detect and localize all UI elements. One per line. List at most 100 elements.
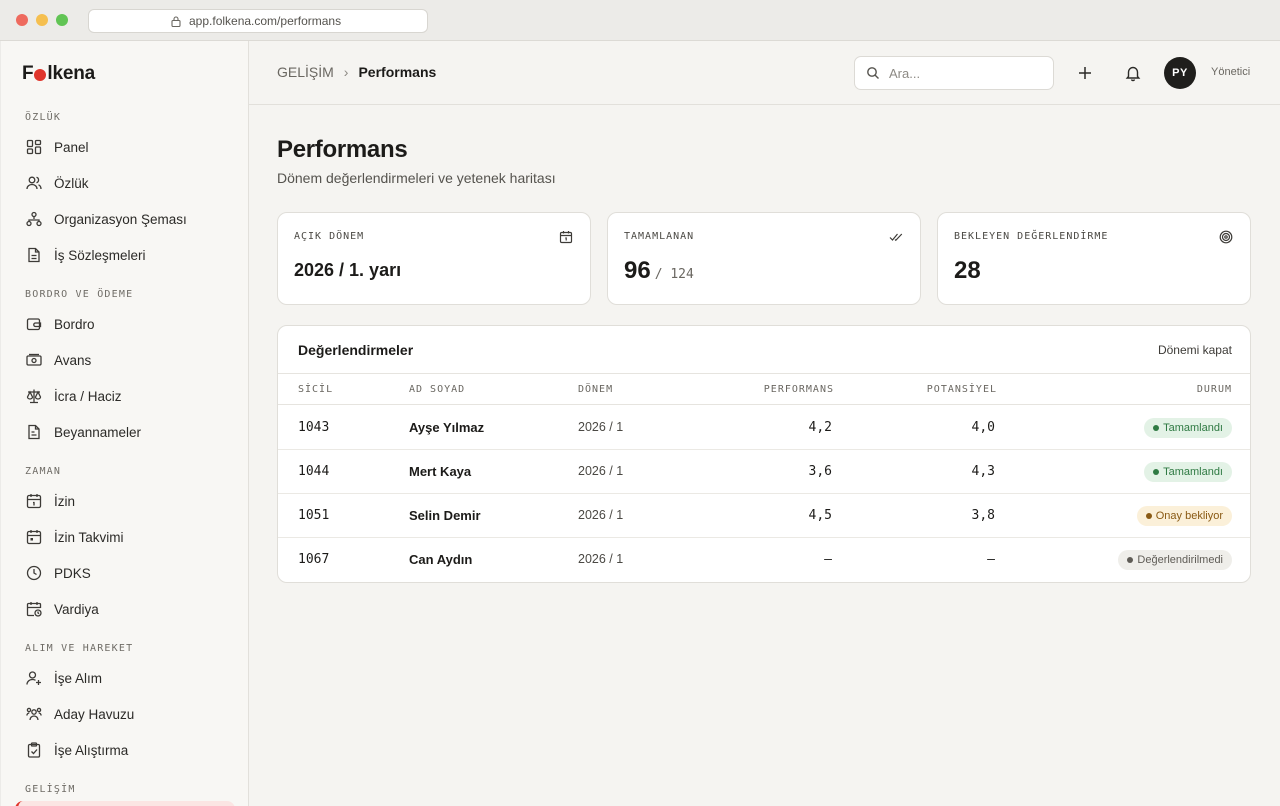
user-plus-icon: [26, 671, 41, 685]
logo-text-right: lkena: [47, 63, 95, 84]
cell-period: 2026 / 1: [578, 552, 624, 566]
cell-performance: —: [824, 552, 832, 567]
notifications-button[interactable]: [1120, 60, 1146, 86]
table-title: Değerlendirmeler: [298, 342, 414, 358]
maximize-window-button[interactable]: [56, 14, 68, 26]
avatar[interactable]: PY: [1164, 57, 1196, 89]
sidebar-item-icra[interactable]: İcra / Haciz: [15, 381, 235, 411]
sidebar-item-izin-takvimi[interactable]: İzin Takvimi: [15, 522, 235, 552]
sidebar-item-ise-alistirma[interactable]: İşe Alıştırma: [15, 735, 235, 765]
sidebar-item-ozluk[interactable]: Özlük: [15, 168, 235, 198]
address-bar[interactable]: app.folkena.com/performans: [88, 9, 428, 33]
breadcrumb: GELİŞİM › Performans: [277, 64, 436, 80]
table-row[interactable]: 1067 Can Aydın 2026 / 1 — — Değerlendiri…: [278, 538, 1250, 582]
sidebar-item-label: İzin: [54, 493, 76, 509]
add-button[interactable]: [1072, 60, 1098, 86]
cell-performance: 3,6: [808, 464, 832, 479]
sidebar-item-organizasyon[interactable]: Organizasyon Şeması: [15, 204, 235, 234]
lock-icon: [171, 16, 181, 27]
sidebar-item-panel[interactable]: Panel: [15, 132, 235, 162]
cell-name[interactable]: Selin Demir: [409, 508, 481, 523]
column-header-sicil[interactable]: SİCİL: [298, 384, 333, 395]
sidebar-item-bordro[interactable]: Bordro: [15, 309, 235, 339]
cell-sicil: 1067: [298, 552, 330, 567]
evaluations-table: Değerlendirmeler Dönemi kapat SİCİL AD S…: [277, 325, 1251, 583]
breadcrumb-separator-icon: ›: [343, 64, 349, 80]
sidebar-item-izin[interactable]: İzin: [15, 486, 235, 516]
status-badge: Değerlendirilmedi: [1118, 550, 1232, 570]
calendar-clock-icon: [26, 602, 42, 617]
page-title: Performans: [277, 136, 408, 163]
sidebar-item-label: İşe Alım: [54, 670, 103, 686]
column-header-donem[interactable]: DÖNEM: [578, 384, 613, 395]
minimize-window-button[interactable]: [36, 14, 48, 26]
column-header-durum[interactable]: DURUM: [1197, 384, 1232, 395]
cell-potential: —: [987, 552, 995, 567]
sidebar-item-active-highlight[interactable]: [15, 801, 235, 806]
sidebar-item-pdks[interactable]: PDKS: [15, 558, 235, 588]
table-row[interactable]: 1044 Mert Kaya 2026 / 1 3,6 4,3 Tamamlan…: [278, 450, 1250, 494]
sidebar-item-label: Bordro: [54, 316, 95, 332]
column-header-potansiyel[interactable]: POTANSİYEL: [927, 384, 997, 395]
cell-performance: 4,5: [808, 508, 832, 523]
top-bar: GELİŞİM › Performans Ara... PY Yönetici: [249, 41, 1280, 105]
table-column-headers: SİCİL AD SOYAD DÖNEM PERFORMANS POTANSİY…: [278, 374, 1250, 405]
table-row[interactable]: 1043 Ayşe Yılmaz 2026 / 1 4,2 4,0 Tamaml…: [278, 406, 1250, 450]
url-text: app.folkena.com/performans: [189, 14, 342, 28]
sidebar-item-beyannameler[interactable]: Beyannameler: [15, 417, 235, 447]
app-logo[interactable]: Flkena: [22, 63, 95, 85]
column-header-ad-soyad[interactable]: AD SOYAD: [409, 384, 465, 395]
cell-potential: 4,0: [971, 420, 995, 435]
sidebar-item-label: Aday Havuzu: [54, 706, 135, 722]
stat-card-pending: BEKLEYEN DEĞERLENDİRME 28: [937, 212, 1251, 305]
sidebar-item-label: Beyannameler: [54, 424, 142, 440]
breadcrumb-root[interactable]: GELİŞİM: [277, 64, 334, 80]
stat-label: BEKLEYEN DEĞERLENDİRME: [954, 231, 1109, 242]
double-check-icon: [889, 233, 903, 242]
close-window-button[interactable]: [16, 14, 28, 26]
sidebar-item-label: İşe Alıştırma: [54, 742, 129, 758]
sidebar-item-ise-alim[interactable]: İşe Alım: [15, 663, 235, 693]
cell-name[interactable]: Ayşe Yılmaz: [409, 420, 484, 435]
column-header-performans[interactable]: PERFORMANS: [764, 384, 834, 395]
clock-icon: [26, 565, 42, 581]
table-row[interactable]: 1051 Selin Demir 2026 / 1 4,5 3,8 Onay b…: [278, 494, 1250, 538]
scale-icon: [26, 389, 42, 404]
wallet-icon: [26, 318, 42, 331]
stat-card-completed: TAMAMLANAN 96/ 124: [607, 212, 921, 305]
status-badge: Tamamlandı: [1144, 462, 1232, 482]
section-label-gelisim: GELİŞİM: [25, 784, 76, 795]
logo-text-left: F: [22, 63, 34, 84]
close-period-button[interactable]: Dönemi kapat: [1158, 343, 1232, 357]
cell-potential: 4,3: [971, 464, 995, 479]
cash-icon: [26, 353, 42, 366]
status-badge: Onay bekliyor: [1136, 506, 1232, 526]
cell-name[interactable]: Can Aydın: [409, 552, 472, 567]
plus-icon: [1079, 67, 1091, 79]
sidebar-item-label: Avans: [54, 352, 92, 368]
main-content: GELİŞİM › Performans Ara... PY Yönetici …: [249, 41, 1280, 806]
user-role: Yönetici: [1211, 66, 1251, 78]
calendar-icon: [26, 494, 42, 509]
sidebar-item-avans[interactable]: Avans: [15, 345, 235, 375]
sidebar-item-is-sozlesmeleri[interactable]: İş Sözleşmeleri: [15, 240, 235, 270]
cell-potential: 3,8: [971, 508, 995, 523]
sidebar-item-aday-havuzu[interactable]: Aday Havuzu: [15, 699, 235, 729]
cell-name[interactable]: Mert Kaya: [409, 464, 471, 479]
grid-icon: [26, 139, 42, 155]
user-group-icon: [26, 707, 42, 721]
sidebar-item-label: Panel: [54, 139, 89, 155]
section-label-zaman: ZAMAN: [25, 466, 62, 477]
browser-chrome: app.folkena.com/performans: [0, 0, 1280, 41]
search-input[interactable]: Ara...: [854, 56, 1054, 90]
stat-value-total: / 124: [654, 267, 694, 282]
stat-label: TAMAMLANAN: [624, 231, 695, 242]
cell-period: 2026 / 1: [578, 420, 624, 434]
org-chart-icon: [26, 211, 42, 227]
sidebar-item-label: Özlük: [54, 175, 89, 191]
stat-value: 28: [954, 257, 981, 284]
calendar-grid-icon: [26, 530, 42, 545]
cell-performance: 4,2: [808, 420, 832, 435]
section-label-ozluk: ÖZLÜK: [25, 112, 62, 123]
sidebar-item-vardiya[interactable]: Vardiya: [15, 594, 235, 624]
